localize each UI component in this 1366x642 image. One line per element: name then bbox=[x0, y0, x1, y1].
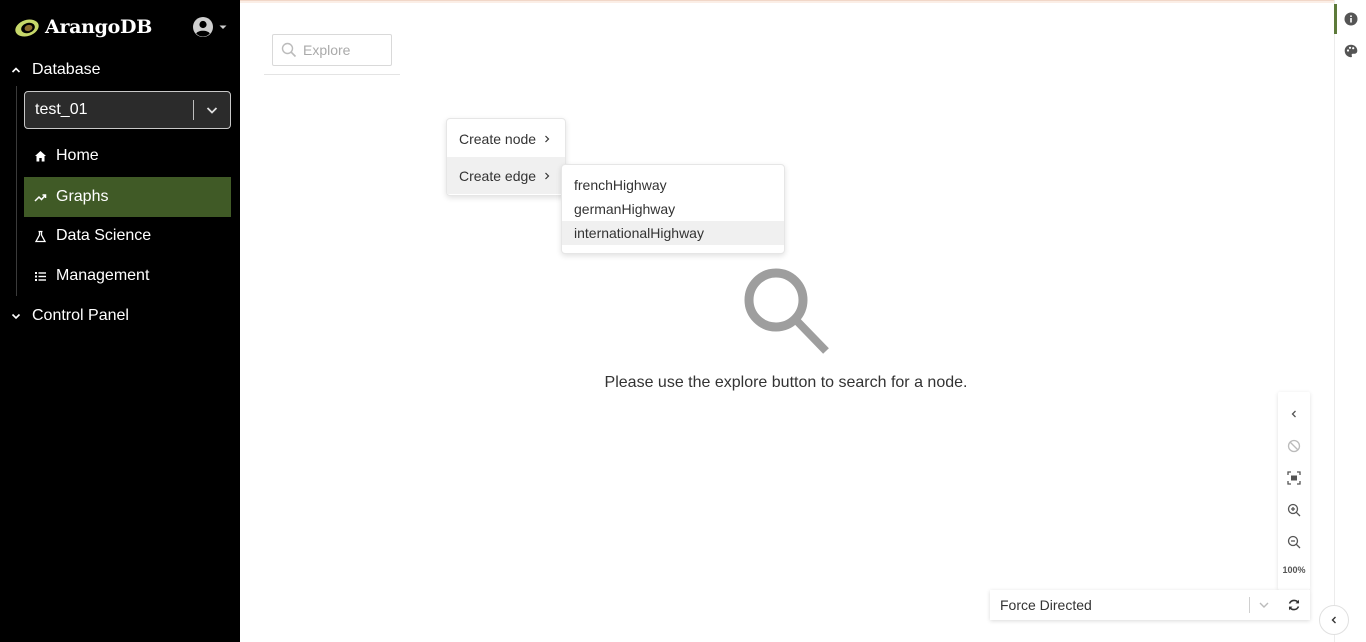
sidebar-item-label: Data Science bbox=[56, 227, 152, 244]
control-panel-section-toggle[interactable]: Control Panel bbox=[8, 304, 129, 328]
sidebar-item-data-science[interactable]: Data Science bbox=[24, 216, 231, 256]
disabled-icon bbox=[1287, 439, 1301, 453]
chevron-right-icon bbox=[543, 172, 551, 180]
lock-toggle-button[interactable] bbox=[1278, 430, 1310, 462]
fit-view-button[interactable] bbox=[1278, 462, 1310, 494]
zoom-out-button[interactable] bbox=[1278, 526, 1310, 558]
database-select-value: test_01 bbox=[35, 101, 88, 118]
edge-collection-german-highway[interactable]: germanHighway bbox=[562, 197, 784, 221]
graph-context-menu: Create node Create edge bbox=[446, 118, 566, 196]
user-menu-button[interactable] bbox=[192, 16, 228, 38]
menu-item-label: Create node bbox=[459, 130, 537, 147]
submenu-item-label: internationalHighway bbox=[574, 225, 704, 241]
layout-select: Force Directed bbox=[990, 590, 1310, 620]
home-icon bbox=[33, 149, 47, 163]
arangodb-avocado-icon bbox=[15, 19, 39, 37]
select-dropdown-button[interactable] bbox=[194, 102, 230, 118]
flask-icon bbox=[33, 229, 47, 243]
top-accent-bar bbox=[240, 0, 1366, 3]
info-icon bbox=[1344, 12, 1358, 26]
create-node-menu-item[interactable]: Create node bbox=[447, 120, 565, 157]
edge-collection-international-highway[interactable]: internationalHighway bbox=[562, 221, 784, 245]
info-button[interactable] bbox=[1335, 3, 1366, 35]
graph-controls-panel: 100% bbox=[1278, 392, 1310, 590]
database-section-label: Database bbox=[32, 61, 101, 78]
chevron-left-icon bbox=[1331, 616, 1336, 624]
create-edge-menu-item[interactable]: Create edge bbox=[447, 157, 565, 194]
chevron-down-icon bbox=[206, 107, 218, 114]
layout-dropdown-button[interactable] bbox=[1250, 599, 1278, 611]
submenu-item-label: germanHighway bbox=[574, 201, 676, 217]
brand[interactable]: ArangoDB bbox=[14, 14, 152, 40]
explore-search bbox=[264, 34, 400, 75]
brand-name: ArangoDB bbox=[45, 16, 152, 38]
sidebar-item-label: Home bbox=[56, 147, 99, 164]
create-edge-submenu: frenchHighway germanHighway internationa… bbox=[561, 164, 785, 254]
search-icon bbox=[281, 42, 297, 58]
database-select[interactable]: test_01 bbox=[24, 91, 231, 129]
submenu-item-label: frenchHighway bbox=[574, 177, 667, 193]
sidebar-item-label: Graphs bbox=[56, 188, 109, 205]
magnifier-icon bbox=[744, 268, 829, 354]
sidebar-item-home[interactable]: Home bbox=[24, 136, 231, 176]
sidebar-item-management[interactable]: Management bbox=[24, 256, 231, 296]
right-panel-strip bbox=[1334, 0, 1366, 642]
collapse-panel-button[interactable] bbox=[1319, 605, 1349, 635]
chevron-right-icon bbox=[543, 135, 551, 143]
zoom-level: 100% bbox=[1282, 565, 1306, 575]
empty-state-message: Please use the explore button to search … bbox=[604, 374, 968, 391]
zoom-in-button[interactable] bbox=[1278, 494, 1310, 526]
explore-search-box[interactable] bbox=[272, 34, 392, 66]
refresh-layout-button[interactable] bbox=[1278, 598, 1310, 612]
database-section-toggle[interactable]: Database bbox=[8, 58, 101, 82]
fit-screen-icon bbox=[1287, 471, 1301, 485]
chevron-down-icon bbox=[11, 313, 21, 320]
zoom-in-icon bbox=[1287, 503, 1301, 517]
palette-icon bbox=[1344, 44, 1358, 58]
tree-line bbox=[16, 86, 17, 296]
theme-button[interactable] bbox=[1335, 35, 1366, 67]
control-panel-section-label: Control Panel bbox=[32, 307, 129, 324]
user-circle-icon bbox=[193, 17, 213, 37]
chevron-down-icon bbox=[1259, 602, 1269, 608]
menu-item-label: Create edge bbox=[459, 167, 537, 184]
explore-search-input[interactable] bbox=[303, 42, 383, 58]
sidebar: ArangoDB Database test_01 Home Graphs Da… bbox=[0, 0, 240, 642]
zoom-out-icon bbox=[1287, 535, 1301, 549]
layout-select-value[interactable]: Force Directed bbox=[990, 597, 1249, 613]
edge-collection-french-highway[interactable]: frenchHighway bbox=[562, 173, 784, 197]
caret-down-icon bbox=[219, 25, 227, 29]
refresh-icon bbox=[1288, 599, 1300, 611]
collapse-controls-button[interactable] bbox=[1278, 398, 1310, 430]
list-icon bbox=[33, 269, 47, 283]
trend-icon bbox=[33, 190, 47, 204]
sidebar-item-graphs[interactable]: Graphs bbox=[24, 177, 231, 217]
sidebar-item-label: Management bbox=[56, 267, 150, 284]
chevron-up-icon bbox=[11, 67, 21, 73]
chevron-left-icon bbox=[1291, 410, 1296, 418]
